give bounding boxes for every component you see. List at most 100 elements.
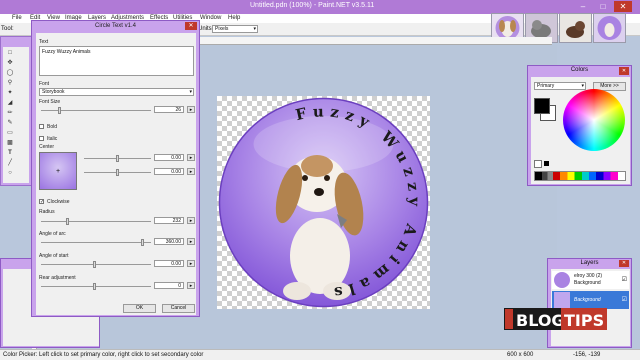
status-message: Color Picker: Left click to set primary …	[3, 352, 204, 358]
layer-row[interactable]: elroy 300 (2) Background ☑	[552, 271, 629, 289]
color-wheel[interactable]	[563, 89, 625, 151]
dialog-close-button[interactable]: ✕	[185, 22, 197, 30]
image-thumbnail-3[interactable]	[559, 13, 592, 43]
layer-visible-checkbox-icon[interactable]: ☑	[622, 276, 627, 283]
angle-arc-input[interactable]: 360.00	[154, 238, 184, 245]
rear-adjustment-slider-handle[interactable]	[93, 283, 96, 290]
center-x-slider-handle[interactable]	[116, 155, 119, 162]
close-button[interactable]: ✕	[614, 1, 632, 12]
color-mode-value: Primary	[537, 83, 555, 89]
font-label: Font	[39, 81, 50, 87]
angle-arc-slider-track	[41, 242, 151, 243]
radius-slider-handle[interactable]	[66, 218, 69, 225]
angle-start-spin-button[interactable]: ▸	[187, 260, 195, 267]
text-tool-icon[interactable]: T	[5, 149, 15, 157]
angle-arc-label: Angle of arc	[39, 231, 66, 237]
lasso-icon[interactable]: ◯	[5, 69, 15, 77]
colors-close-button[interactable]: ✕	[619, 67, 629, 75]
pencil-icon[interactable]: ✎	[5, 119, 15, 127]
center-x-input[interactable]: 0.00	[154, 154, 184, 161]
layers-close-button[interactable]: ✕	[619, 260, 629, 267]
italic-checkbox[interactable]	[39, 136, 44, 141]
image-thumbnail-4[interactable]	[593, 13, 626, 43]
font-size-slider-handle[interactable]	[58, 107, 61, 114]
angle-arc-spin-button[interactable]: ▸	[187, 238, 195, 245]
eraser-icon[interactable]: ▭	[5, 129, 15, 137]
status-bar: Color Picker: Left click to set primary …	[0, 349, 640, 360]
paintbrush-icon[interactable]: ✏	[5, 109, 15, 117]
font-select[interactable]: Storybook ▾	[39, 88, 194, 96]
color-mode-chevron-icon: ▾	[581, 83, 584, 89]
radius-label: Radius	[39, 209, 55, 215]
cancel-button[interactable]: Cancel	[162, 304, 195, 313]
image-canvas[interactable]: Fuzzy Wuzzy Animals	[217, 96, 430, 309]
font-size-input[interactable]: 26	[154, 106, 184, 113]
clockwise-checkbox[interactable]: ✓	[39, 199, 44, 205]
tools-window-titlebar	[1, 37, 31, 46]
center-x-spin-button[interactable]: ▸	[187, 154, 195, 161]
tools-panel: □ ✥ ◯ ⚲ ✦ ◢ ✏ ✎ ▭ ▩ T ╱ ○	[3, 47, 29, 183]
rear-adjustment-input[interactable]: 0	[154, 282, 184, 289]
color-mode-select[interactable]: Primary ▾	[534, 82, 586, 90]
center-label: Center	[39, 144, 55, 150]
paint-bucket-icon[interactable]: ◢	[5, 99, 15, 107]
minimize-button[interactable]: –	[574, 1, 592, 12]
font-size-spin-button[interactable]: ▸	[187, 106, 195, 113]
svg-text:BLOG: BLOG	[516, 311, 565, 330]
menu-help[interactable]: Help	[228, 15, 240, 21]
text-input[interactable]: Fuzzy Wuzzy Animals	[39, 46, 194, 76]
colors-window-title: Colors	[570, 67, 589, 73]
primary-color-swatch[interactable]	[534, 98, 550, 114]
center-y-spin-button[interactable]: ▸	[187, 168, 195, 175]
bold-label: Bold	[47, 124, 58, 130]
layer-subname: Background	[574, 280, 601, 286]
angle-start-label: Angle of start	[39, 253, 69, 259]
clockwise-label: Clockwise	[47, 199, 70, 205]
bold-checkbox[interactable]	[39, 124, 44, 129]
radius-input[interactable]: 232	[154, 217, 184, 224]
magic-wand-icon[interactable]: ✦	[5, 89, 15, 97]
line-tool-icon[interactable]: ╱	[5, 159, 15, 167]
shapes-icon[interactable]: ○	[5, 169, 15, 177]
layers-window: Layers ✕ elroy 300 (2) Background ☑ Back…	[547, 258, 632, 348]
circle-text-artwork: Fuzzy Wuzzy Animals	[218, 97, 429, 308]
tools-window: □ ✥ ◯ ⚲ ✦ ◢ ✏ ✎ ▭ ▩ T ╱ ○	[0, 36, 32, 186]
radius-spin-button[interactable]: ▸	[187, 217, 195, 224]
layer-thumbnail	[554, 272, 570, 288]
tool-label: Tool:	[1, 26, 14, 32]
ok-button[interactable]: OK	[123, 304, 156, 313]
rectangle-select-icon[interactable]: □	[5, 49, 15, 57]
menu-window[interactable]: Window	[200, 15, 221, 21]
zoom-icon[interactable]: ⚲	[5, 79, 15, 87]
fuzzy-thumb-icon	[597, 16, 622, 40]
maximize-button[interactable]: □	[594, 1, 612, 12]
angle-start-input[interactable]: 0.00	[154, 260, 184, 267]
rear-adjustment-label: Rear adjustment	[39, 275, 76, 281]
menu-file[interactable]: File	[12, 15, 22, 21]
clone-stamp-icon[interactable]: ▩	[5, 139, 15, 147]
center-y-input[interactable]: 0.00	[154, 168, 184, 175]
dialog-body: Text Fuzzy Wuzzy Animals Font Storybook …	[36, 33, 196, 315]
layer-visible-checkbox-icon[interactable]: ☑	[622, 296, 627, 303]
text-label: Text	[39, 39, 49, 45]
center-y-slider-handle[interactable]	[116, 169, 119, 176]
colors-panel: Primary ▾ More >>	[531, 77, 630, 184]
animal-thumb-icon	[566, 21, 585, 38]
color-palette[interactable]	[534, 171, 626, 181]
angle-start-slider-handle[interactable]	[93, 261, 96, 268]
reset-colors-icon[interactable]	[544, 161, 549, 166]
cursor-coords: -156, -139	[573, 352, 601, 358]
font-size-label: Font Size	[39, 99, 61, 105]
window-title: Untitled.pdn (100%) - Paint.NET v3.5.11	[250, 2, 375, 9]
radius-slider-track	[41, 221, 151, 222]
rear-adjustment-slider-track	[41, 286, 151, 287]
image-size: 600 x 600	[507, 352, 534, 358]
rear-adjustment-spin-button[interactable]: ▸	[187, 282, 195, 289]
circle-text-dialog: Circle Text v1.4 ✕ Text Fuzzy Wuzzy Anim…	[31, 20, 200, 317]
angle-arc-slider-handle[interactable]	[141, 239, 144, 246]
move-icon[interactable]: ✥	[5, 59, 15, 67]
layer-name: Background	[574, 297, 601, 303]
units-select[interactable]: Pixels ▾	[212, 25, 258, 33]
swap-colors-icon[interactable]	[534, 160, 542, 168]
center-picker[interactable]: +	[39, 152, 77, 190]
